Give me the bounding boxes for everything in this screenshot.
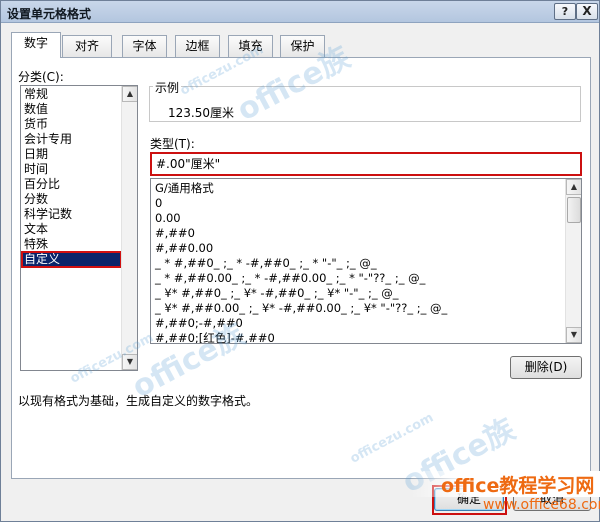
category-item[interactable]: 日期 — [23, 147, 121, 162]
category-item[interactable]: 百分比 — [23, 177, 121, 192]
dialog-title: 设置单元格格式 — [7, 7, 92, 21]
category-item[interactable]: 数值 — [23, 102, 121, 117]
format-item[interactable]: _ ¥* #,##0_ ;_ ¥* -#,##0_ ;_ ¥* "-"_ ;_ … — [155, 286, 399, 301]
tab-protection[interactable]: 保护 — [280, 35, 325, 57]
sample-label: 示例 — [153, 79, 182, 96]
scroll-up-icon[interactable]: ▲ — [566, 179, 581, 195]
number-tab-panel: 分类(C): 常规 数值 货币 会计专用 日期 时间 百分比 分数 科学记数 文… — [11, 57, 591, 479]
format-description: 以现有格式为基础，生成自定义的数字格式。 — [18, 394, 259, 408]
category-label: 分类(C): — [18, 70, 64, 84]
category-item[interactable]: 科学记数 — [23, 207, 121, 222]
tab-alignment[interactable]: 对齐 — [62, 35, 112, 57]
tab-number[interactable]: 数字 — [11, 32, 61, 58]
category-item[interactable]: 货币 — [23, 117, 121, 132]
category-item[interactable]: 文本 — [23, 222, 121, 237]
format-scrollbar[interactable]: ▲ ▼ — [565, 179, 581, 343]
format-item[interactable]: #,##0;-#,##0 — [155, 316, 243, 331]
tab-font[interactable]: 字体 — [122, 35, 167, 57]
category-item[interactable]: 时间 — [23, 162, 121, 177]
help-button[interactable]: ? — [554, 3, 576, 20]
category-item[interactable]: 会计专用 — [23, 132, 121, 147]
selection-highlight — [21, 251, 122, 268]
category-scrollbar[interactable]: ▲ ▼ — [121, 86, 137, 370]
category-item[interactable]: 特殊 — [23, 237, 121, 252]
category-item[interactable]: 分数 — [23, 192, 121, 207]
format-item[interactable]: _ * #,##0_ ;_ * -#,##0_ ;_ * "-"_ ;_ @_ — [155, 256, 377, 271]
format-item[interactable]: #,##0 — [155, 226, 195, 241]
format-item[interactable]: _ * #,##0.00_ ;_ * -#,##0.00_ ;_ * "-"??… — [155, 271, 425, 286]
category-list[interactable]: 常规 数值 货币 会计专用 日期 时间 百分比 分数 科学记数 文本 特殊 自定… — [20, 85, 138, 371]
format-item[interactable]: 0 — [155, 196, 162, 211]
format-item[interactable]: 0.00 — [155, 211, 181, 226]
format-item[interactable]: #,##0.00 — [155, 241, 213, 256]
tab-fill[interactable]: 填充 — [228, 35, 273, 57]
format-list[interactable]: G/通用格式 0 0.00 #,##0 #,##0.00 _ * #,##0_ … — [150, 178, 582, 344]
scroll-down-icon[interactable]: ▼ — [566, 327, 581, 343]
format-cells-dialog: 设置单元格格式 ? X 数字 对齐 字体 边框 填充 保护 分类(C): 常规 … — [0, 0, 600, 522]
tab-border[interactable]: 边框 — [175, 35, 220, 57]
format-item[interactable]: #,##0;[红色]-#,##0 — [155, 331, 275, 343]
delete-button[interactable]: 删除(D) — [510, 356, 582, 379]
sample-value: 123.50厘米 — [168, 106, 234, 120]
title-bar: 设置单元格格式 ? X — [1, 1, 599, 23]
type-input[interactable]: #.00"厘米" — [150, 152, 582, 176]
scroll-up-icon[interactable]: ▲ — [122, 86, 137, 102]
format-item[interactable]: _ ¥* #,##0.00_ ;_ ¥* -#,##0.00_ ;_ ¥* "-… — [155, 301, 447, 316]
scroll-down-icon[interactable]: ▼ — [122, 354, 137, 370]
type-label: 类型(T): — [150, 137, 195, 151]
category-item[interactable]: 常规 — [23, 87, 121, 102]
close-button[interactable]: X — [576, 3, 598, 20]
site-logo-url: www.office68.com — [483, 497, 600, 513]
format-item[interactable]: G/通用格式 — [155, 181, 214, 196]
scroll-thumb[interactable] — [567, 197, 581, 223]
site-logo-name: office教程学习网 — [441, 475, 595, 497]
